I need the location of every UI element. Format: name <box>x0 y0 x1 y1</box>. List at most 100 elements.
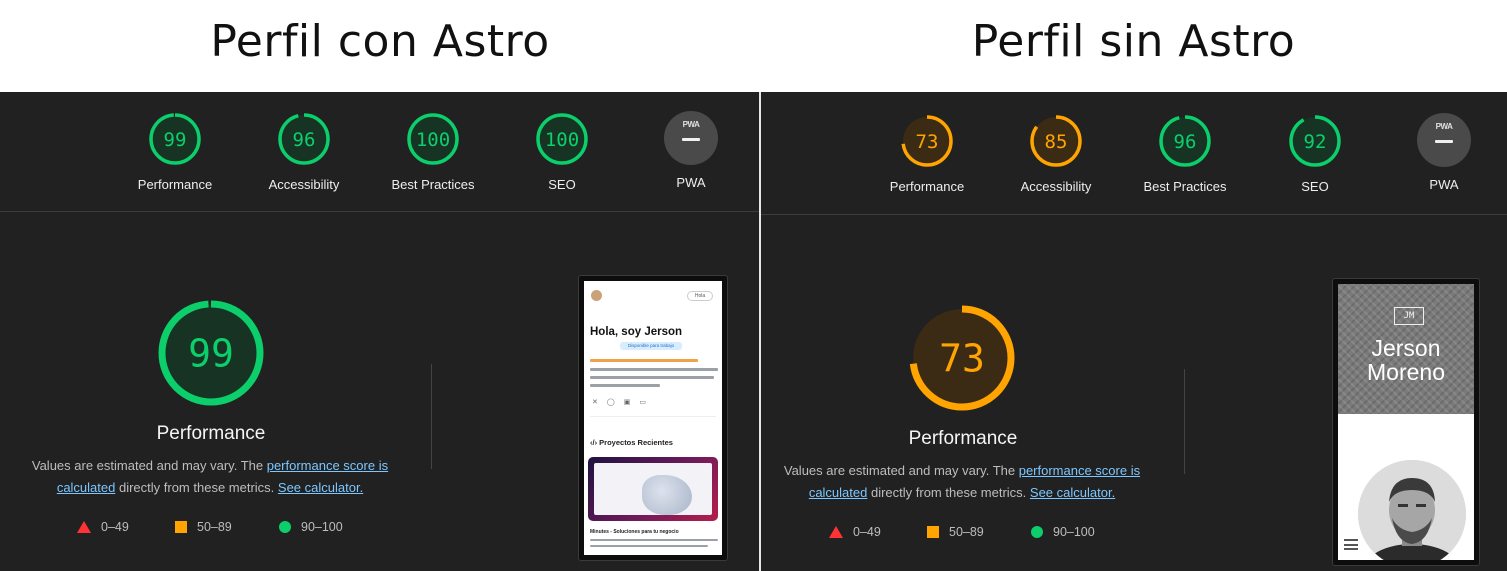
gauge-score: 99 <box>164 129 187 151</box>
gauge-accessibility[interactable]: 85 Accessibility <box>991 113 1121 194</box>
desc-text: directly from these metrics. <box>115 480 278 495</box>
profile-photo <box>1358 460 1466 560</box>
gauge-label: Accessibility <box>1020 179 1092 194</box>
legend-average: 50–89 <box>927 525 984 539</box>
project-image <box>642 475 692 515</box>
final-screenshot-thumbnail[interactable]: Hola Hola, soy Jerson Disponible para tr… <box>578 275 728 561</box>
triangle-icon <box>829 526 843 538</box>
pwa-badge-text: PWA <box>1435 122 1453 131</box>
performance-description: Values are estimated and may vary. The p… <box>762 460 1162 504</box>
performance-title: Performance <box>156 423 266 444</box>
gauge-score: 100 <box>545 129 579 151</box>
pwa-badge-icon: PWA <box>1417 113 1471 167</box>
gauge-label: SEO <box>548 177 576 192</box>
desc-text: directly from these metrics. <box>867 485 1030 500</box>
legend-fail: 0–49 <box>77 520 129 534</box>
triangle-icon <box>77 521 91 533</box>
legend-average-label: 50–89 <box>949 525 984 539</box>
performance-title: Performance <box>908 428 1018 449</box>
gauge-performance[interactable]: 73 Performance <box>862 113 992 194</box>
legend-pass: 90–100 <box>1031 525 1095 539</box>
desc-text: Values are estimated and may vary. The <box>31 458 267 473</box>
category-gauges: 99 Performance 96 Accessibility 100 Best Pr… <box>0 111 759 231</box>
gauge-ring: 73 <box>901 115 953 167</box>
gauge-score: 73 <box>939 337 985 381</box>
gauge-seo[interactable]: 100 SEO <box>497 111 627 192</box>
legend-average: 50–89 <box>175 520 232 534</box>
gauge-pwa[interactable]: PWA PWA <box>1379 113 1507 192</box>
vertical-separator <box>1184 369 1185 474</box>
availability-badge: Disponible para trabajo <box>620 342 682 350</box>
hero-banner: JM Jerson Moreno <box>1338 284 1474 414</box>
desc-text: Values are estimated and may vary. The <box>783 463 1019 478</box>
legend-pass-label: 90–100 <box>301 520 343 534</box>
gauge-score: 99 <box>188 332 234 376</box>
title-perfil-sin-astro: Perfil sin Astro <box>971 16 1296 67</box>
gauge-ring: 100 <box>407 113 459 165</box>
see-calculator-link[interactable]: See calculator. <box>278 480 363 495</box>
legend-fail: 0–49 <box>829 525 881 539</box>
performance-main-gauge: 73 <box>907 303 1017 413</box>
main-gauge-ring: 73 <box>909 305 1015 411</box>
gauge-ring: 85 <box>1030 115 1082 167</box>
gauge-performance[interactable]: 99 Performance <box>110 111 240 192</box>
hero-name: Jerson Moreno <box>1338 336 1474 384</box>
gauge-best-practices[interactable]: 96 Best Practices <box>1120 113 1250 194</box>
gauge-seo[interactable]: 92 SEO <box>1250 113 1380 194</box>
score-legend: 0–49 50–89 90–100 <box>10 520 410 540</box>
legend-pass: 90–100 <box>279 520 343 534</box>
divider-line <box>590 416 716 417</box>
jm-logo: JM <box>1394 307 1424 325</box>
gauge-ring: 99 <box>149 113 201 165</box>
gauge-label: Performance <box>889 179 965 194</box>
text-line <box>590 376 714 379</box>
hamburger-menu-icon <box>1344 539 1358 550</box>
square-icon <box>927 526 939 538</box>
gauge-label: SEO <box>1301 179 1329 194</box>
lighthouse-report-right: 73 Performance 85 Accessibility 96 Best Pra… <box>761 92 1507 571</box>
text-line <box>590 545 708 547</box>
gauge-score: 73 <box>916 131 939 153</box>
text-line <box>590 359 698 362</box>
projects-heading: ‹/› Proyectos Recientes <box>590 438 673 447</box>
gauge-score: 92 <box>1304 131 1327 153</box>
pwa-badge-icon: PWA <box>664 111 718 165</box>
project-caption: Minutes - Soluciones para tu negocio <box>590 529 679 535</box>
projects-title: Proyectos Recientes <box>599 438 673 447</box>
see-calculator-link[interactable]: See calculator. <box>1030 485 1115 500</box>
social-icons: ✕◯▣▭ <box>592 399 655 406</box>
dash-icon <box>1435 140 1453 143</box>
score-legend: 0–49 50–89 90–100 <box>762 525 1162 545</box>
gauge-score: 96 <box>293 129 316 151</box>
hero-name-line2: Moreno <box>1367 359 1445 385</box>
circle-icon <box>1031 526 1043 538</box>
circle-icon <box>279 521 291 533</box>
text-line <box>590 539 718 541</box>
screenshot-heading: Hola, soy Jerson <box>590 326 683 338</box>
profile-photo-illustration <box>1358 460 1466 560</box>
pwa-badge-text: PWA <box>682 120 700 129</box>
square-icon <box>175 521 187 533</box>
gauge-score: 96 <box>1174 131 1197 153</box>
gauge-label: Performance <box>137 177 213 192</box>
gauge-accessibility[interactable]: 96 Accessibility <box>239 111 369 192</box>
screenshot-page: Hola Hola, soy Jerson Disponible para tr… <box>584 281 722 555</box>
avatar <box>591 290 602 301</box>
gauge-best-practices[interactable]: 100 Best Practices <box>368 111 498 192</box>
gauge-pwa[interactable]: PWA PWA <box>626 111 756 190</box>
main-gauge-ring: 99 <box>158 300 264 406</box>
performance-description: Values are estimated and may vary. The p… <box>10 455 410 499</box>
gauge-ring: 100 <box>536 113 588 165</box>
gauge-label: Best Practices <box>391 177 475 192</box>
legend-pass-label: 90–100 <box>1053 525 1095 539</box>
gauge-label: Best Practices <box>1143 179 1227 194</box>
text-line <box>590 368 718 371</box>
legend-fail-label: 0–49 <box>101 520 129 534</box>
vertical-separator <box>431 364 432 469</box>
gauge-score: 100 <box>416 129 450 151</box>
legend-fail-label: 0–49 <box>853 525 881 539</box>
lighthouse-report-left: 99 Performance 96 Accessibility 100 Best Pr… <box>0 92 759 571</box>
gauge-label: Accessibility <box>268 177 340 192</box>
final-screenshot-thumbnail[interactable]: JM Jerson Moreno <box>1332 278 1480 566</box>
gauge-score: 85 <box>1045 131 1068 153</box>
